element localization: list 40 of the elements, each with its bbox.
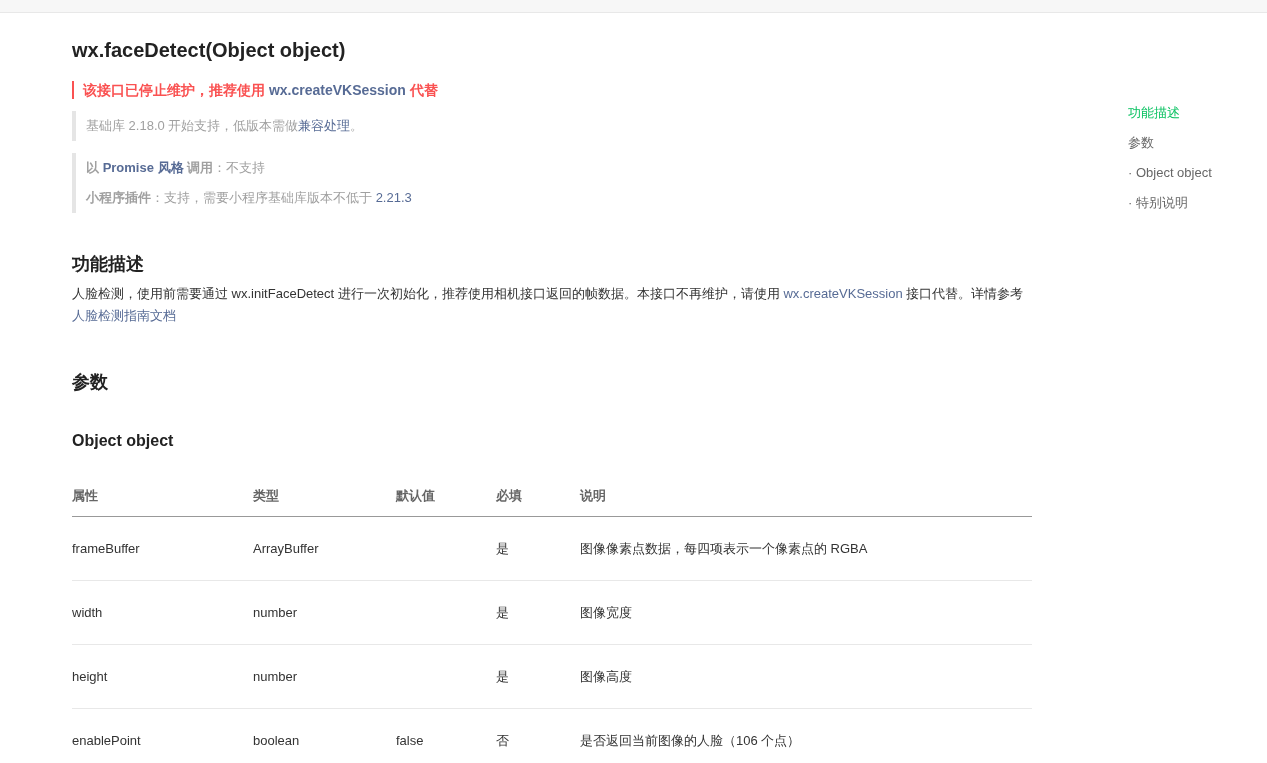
table-cell: false [396,733,424,748]
section-heading: 功能描述 [72,253,145,276]
column-header: 属性 [72,488,98,503]
deprecation-notice: 该接口已停止维护，推荐使用 wx.createVKSession 代替 [72,81,1032,99]
table-cell: enablePoint [72,733,141,748]
table-cell: 是否返回当前图像的人脸（106 个点） [580,732,801,748]
table-cell: width [72,605,103,620]
table-cell: boolean [253,733,300,748]
table-cell: 是 [496,540,509,556]
table-cell: 是 [496,668,509,684]
toc-link[interactable]: 参数 [1128,128,1212,158]
table-cell: ArrayBuffer [253,541,319,556]
note-text: 基础库 2.18.0 开始支持，低版本需做兼容处理。 [86,117,365,135]
table-cell: 图像宽度 [580,604,632,620]
link[interactable]: Promise 风格 [102,160,184,175]
table-cell: 图像像素点数据，每四项表示一个像素点的 RGBA [580,540,868,556]
description-paragraph: 人脸检测，使用前需要通过 wx.initFaceDetect 进行一次初始化，推荐使用相机接口返回的帧数据。本接口不再维护，请使用 wx.createVKSession 接口代替。详情参考 人脸检测指南文档 [72,285,1025,325]
page-title: wx.faceDetect(Object object) [72,38,347,63]
table-cell: number [253,669,298,684]
column-header: 必填 [496,488,522,503]
table-cell: 是 [496,604,509,620]
subsection-heading: Object object [72,431,175,451]
note-text: 以 Promise 风格 调用：不支持 [86,159,267,177]
table-cell: height [72,669,108,684]
link[interactable]: 兼容处理 [298,118,351,133]
section-heading: 参数 [72,371,109,394]
column-header: 说明 [580,488,606,503]
link[interactable]: 人脸检测指南文档 [72,308,176,323]
link[interactable]: 2.21.3 [375,190,412,205]
note-text: 小程序插件：支持，需要小程序基础库版本不低于 2.21.3 [86,189,413,207]
link[interactable]: wx.createVKSession [268,82,406,98]
link[interactable]: wx.createVKSession [783,286,903,301]
table-cell: frameBuffer [72,541,140,556]
toc-link[interactable]: · 特别说明 [1128,188,1212,218]
column-header: 类型 [253,488,279,503]
table-cell: number [253,605,298,620]
table-cell: 否 [496,732,509,748]
table-cell: 图像高度 [580,668,632,684]
column-header: 默认值 [396,488,435,503]
toc-link[interactable]: · Object object [1128,158,1212,188]
